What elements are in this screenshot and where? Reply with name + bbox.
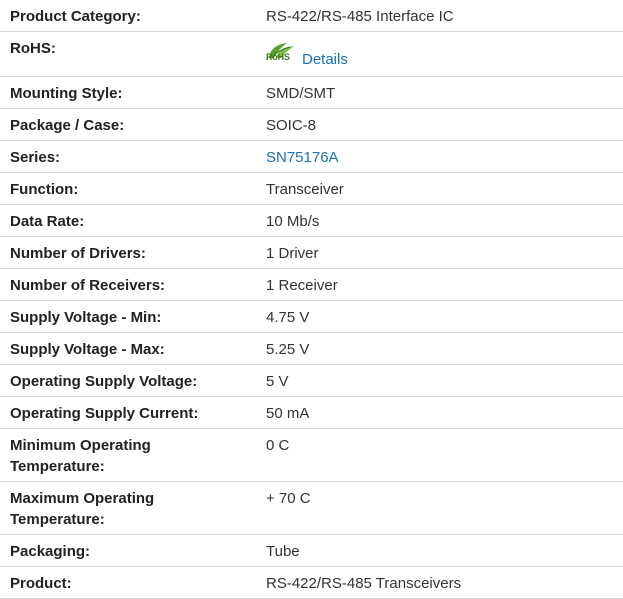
spec-label: Maximum Operating Temperature: [0, 481, 252, 535]
spec-row-rohs: RoHS: RoHS Details [0, 31, 623, 77]
product-specs-table: Product Category: RS-422/RS-485 Interfac… [0, 0, 623, 599]
series-link[interactable]: SN75176A [266, 149, 339, 166]
spec-value: Tube [252, 534, 623, 567]
spec-label: RoHS: [0, 31, 252, 77]
spec-value: 0 C [252, 428, 623, 482]
spec-row-mounting-style: Mounting Style: SMD/SMT [0, 76, 623, 109]
rohs-leaf-icon: RoHS [266, 40, 298, 68]
spec-label: Series: [0, 140, 252, 173]
spec-label: Mounting Style: [0, 76, 252, 109]
spec-value: 10 Mb/s [252, 204, 623, 237]
spec-value: RS-422/RS-485 Transceivers [252, 566, 623, 599]
spec-row-supply-voltage-max: Supply Voltage - Max: 5.25 V [0, 332, 623, 365]
spec-value: 1 Receiver [252, 268, 623, 301]
spec-label: Packaging: [0, 534, 252, 567]
spec-label: Operating Supply Current: [0, 396, 252, 429]
spec-value: SN75176A [252, 140, 623, 173]
spec-value: 4.75 V [252, 300, 623, 333]
spec-value: + 70 C [252, 481, 623, 535]
spec-value: 5.25 V [252, 332, 623, 365]
spec-label: Operating Supply Voltage: [0, 364, 252, 397]
spec-label: Product Category: [0, 0, 252, 32]
spec-label: Number of Drivers: [0, 236, 252, 269]
spec-row-product-category: Product Category: RS-422/RS-485 Interfac… [0, 0, 623, 32]
spec-row-minimum-operating-temperature: Minimum Operating Temperature: 0 C [0, 428, 623, 482]
spec-row-product: Product: RS-422/RS-485 Transceivers [0, 566, 623, 599]
spec-row-packaging: Packaging: Tube [0, 534, 623, 567]
spec-row-number-of-receivers: Number of Receivers: 1 Receiver [0, 268, 623, 301]
spec-row-operating-supply-voltage: Operating Supply Voltage: 5 V [0, 364, 623, 397]
spec-row-package-case: Package / Case: SOIC-8 [0, 108, 623, 141]
spec-row-function: Function: Transceiver [0, 172, 623, 205]
spec-row-operating-supply-current: Operating Supply Current: 50 mA [0, 396, 623, 429]
spec-label: Number of Receivers: [0, 268, 252, 301]
spec-label: Supply Voltage - Min: [0, 300, 252, 333]
spec-row-supply-voltage-min: Supply Voltage - Min: 4.75 V [0, 300, 623, 333]
spec-label: Data Rate: [0, 204, 252, 237]
rohs-icon-text: RoHS [266, 52, 290, 62]
spec-label: Package / Case: [0, 108, 252, 141]
spec-label: Supply Voltage - Max: [0, 332, 252, 365]
spec-value: 5 V [252, 364, 623, 397]
spec-value: 50 mA [252, 396, 623, 429]
spec-row-data-rate: Data Rate: 10 Mb/s [0, 204, 623, 237]
spec-value: SMD/SMT [252, 76, 623, 109]
spec-row-number-of-drivers: Number of Drivers: 1 Driver [0, 236, 623, 269]
spec-value: Transceiver [252, 172, 623, 205]
spec-value: RS-422/RS-485 Interface IC [252, 0, 623, 32]
spec-value: RoHS Details [252, 31, 623, 77]
spec-value: SOIC-8 [252, 108, 623, 141]
spec-row-maximum-operating-temperature: Maximum Operating Temperature: + 70 C [0, 481, 623, 535]
rohs-details-link-group[interactable]: RoHS Details [266, 38, 348, 68]
spec-value: 1 Driver [252, 236, 623, 269]
spec-label: Product: [0, 566, 252, 599]
spec-label: Function: [0, 172, 252, 205]
spec-row-series: Series: SN75176A [0, 140, 623, 173]
rohs-details-link[interactable]: Details [302, 49, 348, 70]
spec-label: Minimum Operating Temperature: [0, 428, 252, 482]
